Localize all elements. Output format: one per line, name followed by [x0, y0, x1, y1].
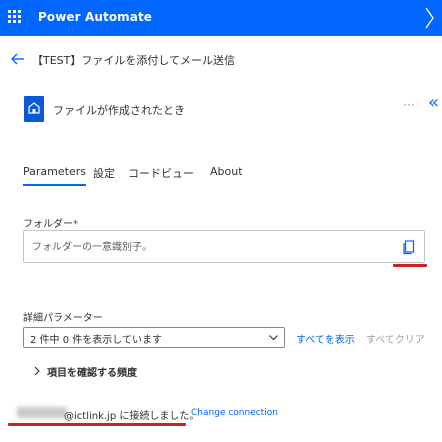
annotation-underline [8, 423, 186, 426]
trigger-header: ファイルが作成されたとき ··· « [0, 92, 442, 132]
flow-title-bar: 【TEST】ファイルを添付してメール送信 [0, 48, 442, 74]
clear-all-link: すべてクリア [366, 335, 425, 346]
annotation-underline [393, 264, 427, 267]
folder-label-text: フォルダー [23, 219, 73, 230]
tab-parameters[interactable]: Parameters [23, 165, 86, 186]
chevron-down-icon [269, 335, 278, 341]
connection-info: @ictlink.jp に接続しました。 Change connection [0, 404, 442, 424]
folder-field[interactable] [23, 230, 425, 263]
advanced-params-value: 2 件中 0 件を表示しています [30, 335, 162, 346]
header-corner-icon[interactable] [424, 6, 438, 30]
frequency-section-label: 項目を確認する頻度 [47, 368, 137, 379]
tab-bar: Parameters 設定 コードビュー About [0, 160, 442, 186]
trigger-name: ファイルが作成されたとき [53, 104, 185, 117]
chevron-right-icon [34, 366, 40, 376]
flow-title: 【TEST】ファイルを添付してメール送信 [32, 54, 236, 67]
required-mark: * [73, 219, 78, 230]
change-connection-link[interactable]: Change connection [191, 408, 278, 418]
redacted-account [17, 407, 67, 418]
folder-field-label: フォルダー* [23, 215, 78, 230]
advanced-params-label: 詳細パラメーター [23, 313, 103, 324]
collapse-panel-icon[interactable]: « [428, 93, 440, 113]
folder-input[interactable] [32, 238, 392, 256]
advanced-params-dropdown[interactable]: 2 件中 0 件を表示しています [23, 327, 285, 348]
app-brand[interactable]: Power Automate [38, 10, 152, 24]
tab-code-view[interactable]: コードビュー [128, 165, 194, 181]
onedrive-file-icon [24, 96, 44, 122]
tab-about[interactable]: About [210, 165, 243, 178]
tab-settings[interactable]: 設定 [93, 165, 115, 181]
folder-picker-icon[interactable] [402, 239, 416, 255]
connection-status: @ictlink.jp に接続しました。 [64, 411, 200, 422]
back-arrow-icon[interactable] [10, 51, 26, 67]
more-options-icon[interactable]: ··· [402, 98, 416, 112]
waffle-icon[interactable] [0, 0, 30, 36]
app-header: Power Automate [0, 0, 442, 36]
show-all-link[interactable]: すべてを表示 [296, 331, 355, 346]
